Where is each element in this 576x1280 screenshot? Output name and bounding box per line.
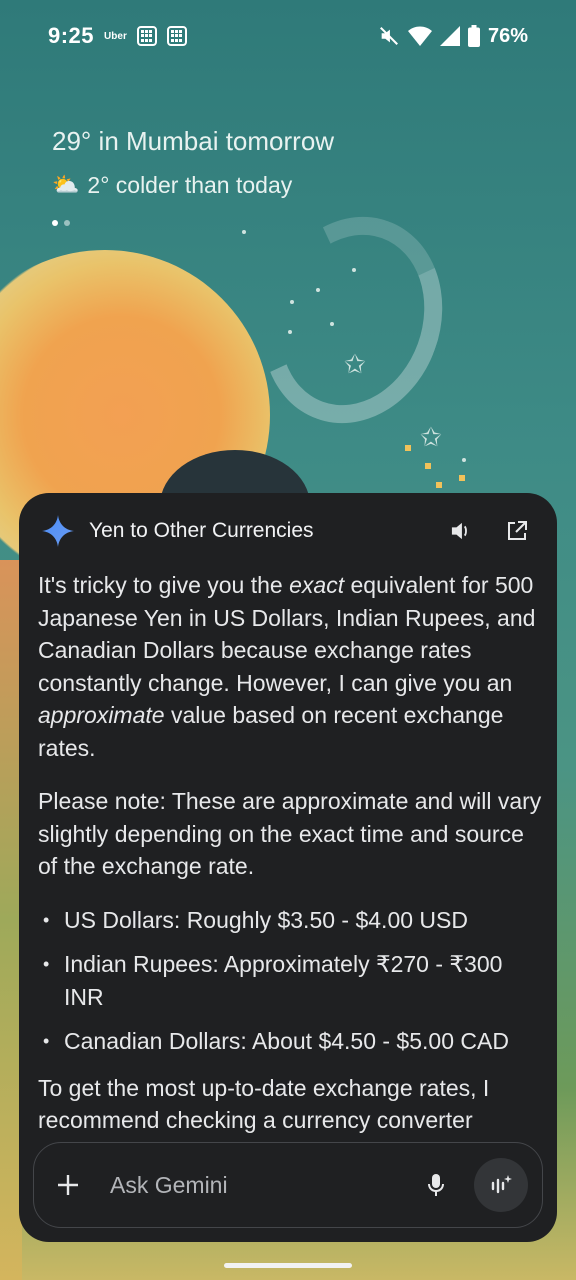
gemini-response-card: Yen to Other Currencies It's tricky to g… [19, 493, 557, 1242]
response-paragraph: It's tricky to give you the exact equiva… [38, 569, 543, 764]
gemini-spark-icon [42, 515, 74, 547]
response-note: Please note: These are approximate and w… [38, 788, 542, 879]
response-body: It's tricky to give you the exact equiva… [38, 569, 543, 1139]
gemini-live-button[interactable] [474, 1158, 528, 1212]
voice-input-button[interactable] [418, 1167, 454, 1203]
plus-icon [58, 1175, 78, 1195]
pager-dot [64, 220, 70, 226]
pager-dot-active [52, 220, 58, 226]
wifi-icon [407, 26, 432, 46]
wallpaper-star-dot [352, 268, 356, 272]
wallpaper-star-icon: ✩ [344, 350, 366, 380]
list-item: Canadian Dollars: About $4.50 - $5.00 CA… [38, 1025, 543, 1058]
open-in-app-button[interactable] [499, 513, 535, 549]
glance-pager [52, 220, 70, 226]
wallpaper-star-dot [242, 230, 246, 234]
ask-gemini-input[interactable] [110, 1171, 418, 1199]
emphasis-text: exact [289, 572, 345, 598]
speaker-icon [451, 522, 467, 540]
list-item: US Dollars: Roughly $3.50 - $4.00 USD [38, 904, 543, 937]
clock: 9:25 [48, 23, 95, 48]
wallpaper-star-icon: ✩ [420, 423, 442, 453]
signal-icon [439, 26, 460, 46]
wallpaper-spark [425, 463, 431, 469]
wallpaper-star-dot [288, 330, 292, 334]
wallpaper-star-dot [290, 300, 294, 304]
read-aloud-button[interactable] [443, 513, 479, 549]
status-bar-right: 76% [378, 25, 528, 48]
wallpaper-spark [436, 482, 442, 488]
weather-subline[interactable]: ⛅ 2° colder than today [52, 172, 292, 199]
wallpaper-star-dot [330, 322, 334, 326]
text-run: It's tricky to give you the [38, 572, 290, 598]
rates-list: US Dollars: Roughly $3.50 - $4.00 USD In… [38, 904, 543, 1058]
gesture-nav-handle[interactable] [224, 1263, 352, 1268]
emphasis-text: approximate [38, 702, 165, 728]
wallpaper-spark [459, 475, 465, 481]
mute-icon [380, 27, 398, 45]
ask-bar [33, 1142, 543, 1228]
uber-notification-icon: Uber [104, 30, 127, 42]
grid-app-icon [136, 26, 157, 46]
battery-percent: 76% [487, 24, 528, 47]
battery-icon [467, 25, 480, 47]
wallpaper-star-dot [316, 288, 320, 292]
wallpaper-spark [405, 445, 411, 451]
live-icon [491, 1175, 512, 1194]
response-paragraph: To get the most up-to-date exchange rate… [38, 1074, 490, 1134]
weather-headline[interactable]: 29° in Mumbai tomorrow [52, 126, 334, 157]
card-header: Yen to Other Currencies [19, 493, 557, 569]
weather-subline-text: 2° colder than today [87, 172, 293, 198]
mic-icon [428, 1174, 444, 1196]
card-title: Yen to Other Currencies [89, 519, 314, 542]
grid-app-icon [166, 26, 187, 46]
add-attachment-button[interactable] [50, 1167, 86, 1203]
status-bar-left: 9:25 Uber [48, 23, 187, 49]
list-item: Indian Rupees: Approximately ₹270 - ₹300… [38, 948, 543, 1013]
wallpaper-star-dot [462, 458, 466, 462]
open-external-icon [508, 521, 527, 540]
status-bar: 9:25 Uber 76% [0, 0, 576, 72]
partly-cloudy-icon: ⛅ [52, 173, 80, 198]
